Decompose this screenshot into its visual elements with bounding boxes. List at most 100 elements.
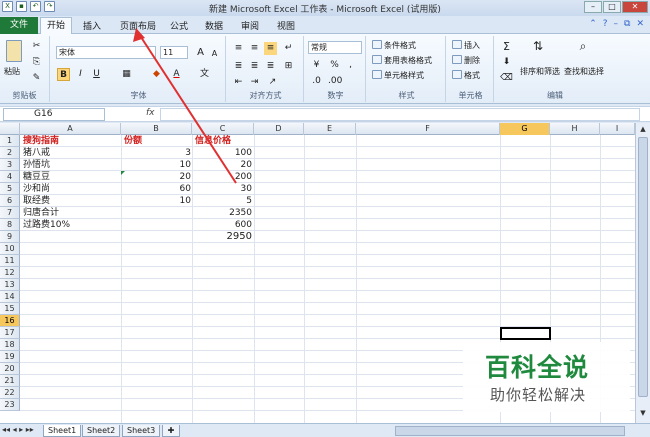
name-box[interactable]: G16 bbox=[3, 108, 105, 121]
merge-center-icon[interactable]: ⊞ bbox=[282, 60, 295, 73]
font-color-icon[interactable]: A bbox=[170, 68, 183, 81]
cell-b6[interactable]: 10 bbox=[180, 195, 191, 207]
cell-a3[interactable]: 孙悟坑 bbox=[23, 159, 50, 171]
copy-icon[interactable]: ⎘ bbox=[30, 56, 43, 69]
cell-a7[interactable]: 归唐合计 bbox=[23, 207, 59, 219]
row-header[interactable]: 6 bbox=[0, 195, 20, 207]
comma-button[interactable]: , bbox=[344, 59, 357, 72]
minimize-ribbon-icon[interactable]: ⌃ bbox=[589, 19, 597, 29]
column-header-b[interactable]: B bbox=[121, 123, 192, 135]
horizontal-scrollbar[interactable] bbox=[395, 426, 625, 436]
row-header[interactable]: 13 bbox=[0, 279, 20, 291]
align-bottom-icon[interactable]: ≡ bbox=[264, 42, 277, 55]
cell-a8[interactable]: 过路费10% bbox=[23, 219, 70, 231]
row-header[interactable]: 10 bbox=[0, 243, 20, 255]
clear-icon[interactable]: ⌫ bbox=[500, 72, 513, 85]
increase-indent-icon[interactable]: ⇥ bbox=[248, 76, 261, 89]
sheet-tab-2[interactable]: Sheet2 bbox=[82, 425, 121, 437]
cell-a2[interactable]: 猪八戒 bbox=[23, 147, 50, 159]
table-format-button[interactable]: 套用表格格式 bbox=[384, 55, 432, 66]
tab-review[interactable]: 审阅 bbox=[241, 19, 259, 32]
phonetic-icon[interactable]: 文 bbox=[198, 68, 211, 81]
insert-function-button[interactable]: fx bbox=[146, 108, 155, 118]
cell-a6[interactable]: 取经费 bbox=[23, 195, 50, 207]
cell-c4[interactable]: 200 bbox=[235, 171, 252, 183]
border-icon[interactable]: ▦ bbox=[120, 68, 133, 81]
row-header[interactable]: 11 bbox=[0, 255, 20, 267]
insert-cells-button[interactable]: 插入 bbox=[464, 40, 480, 51]
cell-c6[interactable]: 5 bbox=[246, 195, 252, 207]
grow-font-button[interactable]: A bbox=[194, 46, 207, 59]
tab-formulas[interactable]: 公式 bbox=[170, 19, 188, 32]
row-header[interactable]: 5 bbox=[0, 183, 20, 195]
formula-input[interactable] bbox=[160, 108, 640, 121]
tab-insert[interactable]: 插入 bbox=[83, 19, 101, 32]
row-header-selected[interactable]: 16 bbox=[0, 315, 20, 327]
sort-filter-button[interactable]: 排序和筛选 bbox=[520, 66, 560, 77]
row-header[interactable]: 7 bbox=[0, 207, 20, 219]
scroll-up-icon[interactable]: ▲ bbox=[638, 125, 648, 135]
decrease-indent-icon[interactable]: ⇤ bbox=[232, 76, 245, 89]
row-header[interactable]: 1 bbox=[0, 135, 20, 147]
maximize-button[interactable]: □ bbox=[603, 1, 621, 13]
delete-cells-button[interactable]: 删除 bbox=[464, 55, 480, 66]
cell-a4[interactable]: 糖豆豆 bbox=[23, 171, 50, 183]
underline-button[interactable]: U bbox=[90, 68, 103, 81]
window-restore-icon[interactable]: ⧉ bbox=[624, 19, 630, 29]
font-size-select[interactable]: 11 bbox=[160, 46, 188, 59]
cell-c3[interactable]: 20 bbox=[241, 159, 252, 171]
cell-c5[interactable]: 30 bbox=[241, 183, 252, 195]
cell-styles-button[interactable]: 单元格样式 bbox=[384, 70, 424, 81]
sheet-nav-icon[interactable]: ◂◂ ◂ ▸ ▸▸ bbox=[2, 425, 34, 434]
cell-c9[interactable]: 2950 bbox=[227, 231, 252, 243]
cell-c7[interactable]: 2350 bbox=[229, 207, 252, 219]
paste-button[interactable]: 粘贴 bbox=[4, 66, 20, 77]
cell-b4[interactable]: 20 bbox=[180, 171, 191, 183]
new-sheet-icon[interactable]: ✚ bbox=[162, 425, 180, 437]
paste-icon[interactable] bbox=[6, 40, 22, 62]
column-header-a[interactable]: A bbox=[20, 123, 121, 135]
tab-data[interactable]: 数据 bbox=[205, 19, 223, 32]
window-close-icon[interactable]: ✕ bbox=[636, 19, 644, 29]
vertical-scrollbar[interactable]: ▲ ▼ bbox=[635, 123, 650, 423]
row-header[interactable]: 19 bbox=[0, 351, 20, 363]
shrink-font-button[interactable]: A bbox=[208, 47, 221, 60]
currency-icon[interactable]: ¥ bbox=[310, 59, 323, 72]
column-header-i[interactable]: I bbox=[600, 123, 635, 135]
fill-icon[interactable]: ⬇ bbox=[500, 56, 513, 69]
cell-b5[interactable]: 60 bbox=[180, 183, 191, 195]
scroll-down-icon[interactable]: ▼ bbox=[638, 409, 648, 419]
minimize-button[interactable]: – bbox=[584, 1, 602, 13]
tab-page-layout[interactable]: 页面布局 bbox=[120, 19, 156, 32]
autosum-button[interactable]: Σ bbox=[500, 40, 513, 53]
align-top-icon[interactable]: ≡ bbox=[232, 42, 245, 55]
row-header[interactable]: 4 bbox=[0, 171, 20, 183]
column-header-h[interactable]: H bbox=[550, 123, 600, 135]
column-header-f[interactable]: F bbox=[356, 123, 500, 135]
close-button[interactable]: ✕ bbox=[622, 1, 648, 13]
cell-c2[interactable]: 100 bbox=[235, 147, 252, 159]
tab-view[interactable]: 视图 bbox=[277, 19, 295, 32]
bold-button[interactable]: B bbox=[57, 68, 70, 81]
active-cell-g16[interactable] bbox=[500, 327, 551, 340]
conditional-format-button[interactable]: 条件格式 bbox=[384, 40, 416, 51]
row-header[interactable]: 21 bbox=[0, 375, 20, 387]
row-header[interactable]: 18 bbox=[0, 339, 20, 351]
increase-decimal-icon[interactable]: .0 bbox=[310, 75, 323, 88]
cell-a1[interactable]: 搜狗指南 bbox=[23, 135, 59, 147]
orientation-icon[interactable]: ↗ bbox=[266, 76, 279, 89]
row-header[interactable]: 12 bbox=[0, 267, 20, 279]
fill-color-icon[interactable]: ◆ bbox=[150, 68, 163, 81]
cell-b2[interactable]: 3 bbox=[185, 147, 191, 159]
italic-button[interactable]: I bbox=[74, 68, 87, 81]
column-header-d[interactable]: D bbox=[254, 123, 304, 135]
number-format-select[interactable]: 常规 bbox=[308, 41, 362, 54]
cut-icon[interactable]: ✂ bbox=[30, 40, 43, 53]
row-header[interactable]: 3 bbox=[0, 159, 20, 171]
column-header-e[interactable]: E bbox=[304, 123, 356, 135]
select-all-corner[interactable] bbox=[0, 123, 20, 135]
decrease-decimal-icon[interactable]: .00 bbox=[328, 75, 342, 88]
align-center-icon[interactable]: ≣ bbox=[248, 60, 261, 73]
format-painter-icon[interactable]: ✎ bbox=[30, 72, 43, 85]
align-right-icon[interactable]: ≣ bbox=[264, 60, 277, 73]
